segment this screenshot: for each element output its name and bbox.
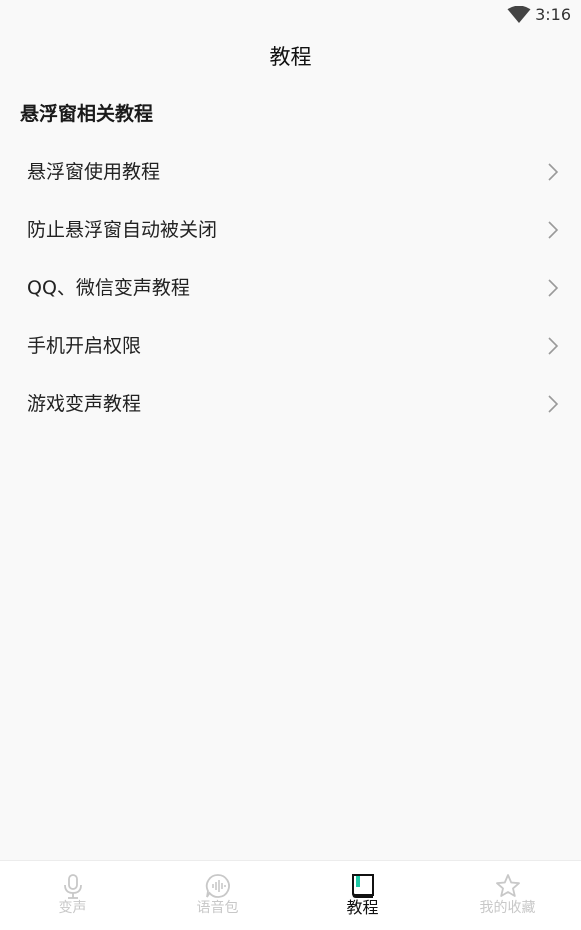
chevron-right-icon	[548, 279, 559, 297]
status-bar: 3:16	[0, 0, 581, 30]
tab-label: 我的收藏	[479, 900, 536, 916]
bottom-tab-bar: 变声 语音包 教程 我的收藏	[0, 860, 581, 930]
chevron-right-icon	[548, 337, 559, 355]
tutorial-list: 悬浮窗使用教程 防止悬浮窗自动被关闭 QQ、微信变声教程 手机开启权限 游戏变声…	[0, 143, 581, 433]
section-title: 悬浮窗相关教程	[20, 103, 154, 125]
tab-label: 变声	[58, 900, 87, 916]
wifi-icon	[507, 6, 531, 23]
tutorial-item-label: QQ、微信变声教程	[27, 277, 190, 299]
chevron-right-icon	[548, 163, 559, 181]
microphone-icon	[63, 874, 82, 899]
tab-favorites[interactable]: 我的收藏	[435, 861, 580, 930]
tab-label: 教程	[346, 898, 379, 917]
tutorial-item-label: 悬浮窗使用教程	[27, 161, 161, 183]
tab-tutorial[interactable]: 教程	[290, 861, 435, 930]
tutorial-item-label: 防止悬浮窗自动被关闭	[27, 219, 218, 241]
chevron-right-icon	[548, 221, 559, 239]
status-time: 3:16	[535, 5, 571, 24]
tutorial-item-prevent-auto-close[interactable]: 防止悬浮窗自动被关闭	[0, 201, 581, 259]
tab-voice-pack[interactable]: 语音包	[145, 861, 290, 930]
tutorial-item-game-voice[interactable]: 游戏变声教程	[0, 375, 581, 433]
tutorial-item-label: 手机开启权限	[27, 335, 142, 357]
star-icon	[495, 874, 520, 897]
tutorial-item-floating-window-usage[interactable]: 悬浮窗使用教程	[0, 143, 581, 201]
tutorial-item-qq-wechat-voice[interactable]: QQ、微信变声教程	[0, 259, 581, 317]
page-title: 教程	[269, 45, 312, 69]
tutorial-item-label: 游戏变声教程	[27, 393, 142, 415]
book-icon	[351, 874, 374, 898]
tutorial-item-phone-permissions[interactable]: 手机开启权限	[0, 317, 581, 375]
voice-pack-icon	[205, 874, 230, 898]
tab-label: 语音包	[196, 900, 239, 916]
chevron-right-icon	[548, 395, 559, 413]
tab-voice-change[interactable]: 变声	[0, 861, 145, 930]
